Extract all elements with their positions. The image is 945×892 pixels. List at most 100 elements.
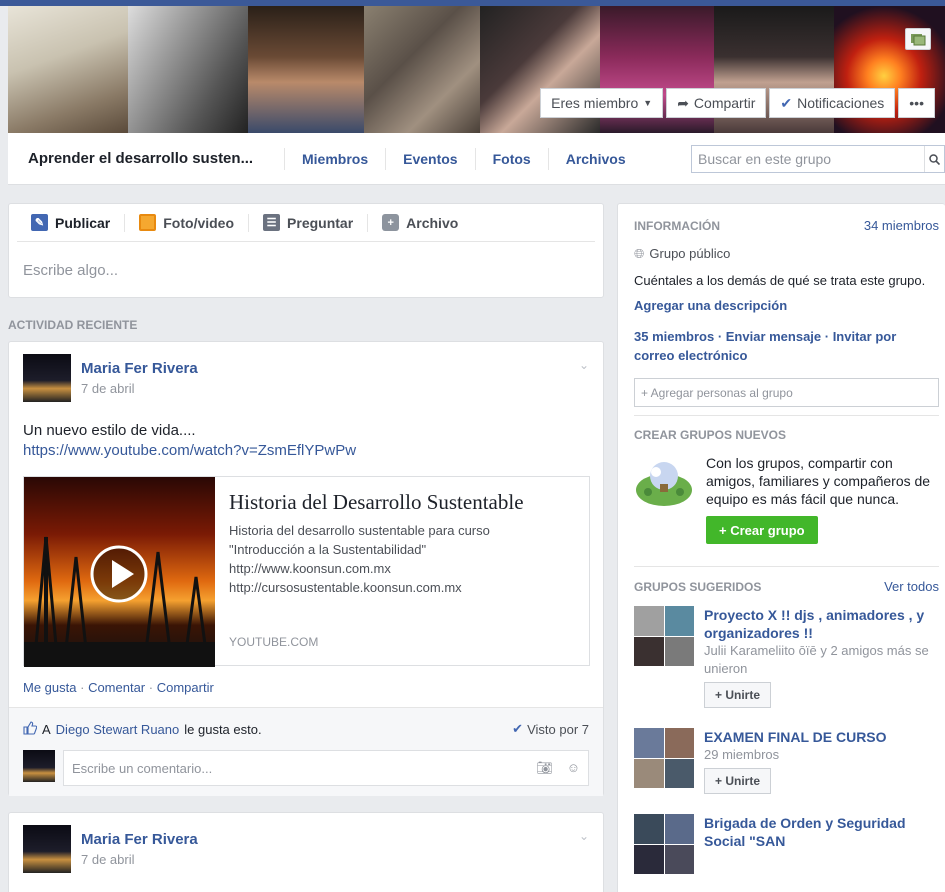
- post-author[interactable]: Maria Fer Rivera: [81, 360, 198, 377]
- chevron-down-icon[interactable]: ⌄: [579, 829, 589, 843]
- post-feedback: A Diego Stewart Ruano le gusta esto. ✔ Vi…: [9, 707, 603, 796]
- share-link[interactable]: Compartir: [157, 680, 214, 695]
- comment-input[interactable]: Escribe un comentario... 📷︎ ☺: [63, 750, 589, 786]
- info-section: INFORMACIÓN 34 miembros 🌐︎ Grupo público…: [618, 204, 945, 407]
- post-author[interactable]: Maria Fer Rivera: [81, 831, 198, 848]
- like-prefix: A: [42, 722, 51, 737]
- see-all-link[interactable]: Ver todos: [884, 579, 939, 594]
- nav-files[interactable]: Archivos: [547, 147, 643, 170]
- video-desc-line: "Introducción a la Sustentabilidad": [229, 542, 427, 557]
- create-group-button[interactable]: + Crear grupo: [706, 516, 818, 544]
- like-link[interactable]: Me gusta: [23, 680, 76, 695]
- nav-events[interactable]: Eventos: [385, 147, 474, 170]
- video-desc-line: http://cursosustentable.koonsun.com.mx: [229, 580, 462, 595]
- caret-down-icon: ▼: [643, 98, 653, 108]
- post: Maria Fer Rivera 7 de abril ⌄: [8, 812, 604, 892]
- join-button[interactable]: + Unirte: [704, 768, 772, 794]
- group-nav-bar: Aprender el desarrollo susten... Miembro…: [8, 133, 945, 185]
- post-date[interactable]: 7 de abril: [81, 852, 198, 867]
- comment-link[interactable]: Comentar: [88, 680, 145, 695]
- tab-publish-label: Publicar: [55, 214, 111, 231]
- privacy-label: Grupo público: [649, 246, 731, 261]
- post-header: Maria Fer Rivera 7 de abril: [23, 354, 198, 402]
- suggested-group: EXAMEN FINAL DE CURSO 29 miembros + Unir…: [634, 728, 939, 794]
- video-desc-line: http://www.koonsun.com.mx: [229, 561, 391, 576]
- members-actions[interactable]: 35 miembros · Enviar mensaje · Invitar p…: [634, 327, 939, 365]
- tab-ask-label: Preguntar: [287, 214, 354, 231]
- notifications-button[interactable]: ✔ Notificaciones: [769, 88, 896, 118]
- thumbs-up-icon: [23, 721, 38, 738]
- comment-row: Escribe un comentario... 📷︎ ☺: [23, 750, 589, 786]
- globe-icon: 🌐︎: [634, 246, 645, 261]
- composer-tabs: ✎ Publicar Foto/video ☰ Preguntar + Archivo: [17, 204, 595, 242]
- pencil-icon: ✎: [31, 214, 48, 231]
- suggested-groups-section: GRUPOS SUGERIDOS Ver todos Proyecto X !!…: [618, 567, 945, 874]
- tab-file[interactable]: + Archivo: [382, 214, 472, 232]
- video-domain: YOUTUBE.COM: [229, 635, 319, 649]
- post-text: Un nuevo estilo de vida....: [23, 422, 196, 439]
- post-composer: ✎ Publicar Foto/video ☰ Preguntar + Archivo…: [8, 203, 604, 298]
- camera-icon[interactable]: 📷︎: [536, 760, 553, 776]
- chevron-down-icon[interactable]: ⌄: [579, 358, 589, 372]
- suggested-group-name[interactable]: Proyecto X !! djs , animadores , y organ…: [704, 606, 939, 642]
- info-header: INFORMACIÓN 34 miembros: [634, 218, 939, 233]
- add-photo-icon[interactable]: [905, 28, 931, 50]
- emoji-icon[interactable]: ☺: [567, 760, 580, 776]
- group-search-input[interactable]: [692, 146, 924, 172]
- group-thumbnail[interactable]: [634, 606, 694, 666]
- suggested-group-name[interactable]: Brigada de Orden y Seguridad Social "SAN: [704, 814, 939, 850]
- separator: ·: [80, 680, 89, 695]
- like-user[interactable]: Diego Stewart Ruano: [56, 722, 180, 737]
- composer-input[interactable]: Escribe algo...: [9, 242, 603, 299]
- more-options-button[interactable]: •••: [898, 88, 935, 118]
- video-title[interactable]: Historia del Desarrollo Sustentable: [229, 489, 575, 515]
- avatar[interactable]: [23, 354, 71, 402]
- member-count[interactable]: 34 miembros: [864, 218, 939, 233]
- poll-icon: ☰: [263, 214, 281, 231]
- group-thumbnail[interactable]: [634, 728, 694, 788]
- suggested-group-name[interactable]: EXAMEN FINAL DE CURSO: [704, 728, 939, 746]
- tab-ask[interactable]: ☰ Preguntar: [263, 213, 369, 232]
- recent-activity-title: ACTIVIDAD RECIENTE: [8, 318, 138, 332]
- seen-by[interactable]: ✔ Visto por 7: [512, 721, 589, 737]
- cover-tile: [128, 6, 248, 133]
- post-header: Maria Fer Rivera 7 de abril: [23, 825, 198, 873]
- tab-photo-video-label: Foto/video: [163, 214, 235, 231]
- suggested-group: Brigada de Orden y Seguridad Social "SAN: [634, 814, 939, 874]
- tab-file-label: Archivo: [406, 214, 459, 231]
- member-status-label: Eres miembro: [551, 95, 639, 111]
- video-desc-line: Historia del desarrollo sustentable para…: [229, 523, 490, 538]
- privacy-row: 🌐︎ Grupo público: [634, 245, 939, 263]
- tab-photo-video[interactable]: Foto/video: [139, 213, 250, 232]
- post-date[interactable]: 7 de abril: [81, 381, 198, 396]
- suggested-group-meta: 29 miembros: [704, 747, 780, 762]
- groups-illustration-icon: [634, 454, 694, 510]
- member-status-button[interactable]: Eres miembro ▼: [540, 88, 664, 118]
- photo-icon: [139, 214, 157, 231]
- add-people-input[interactable]: + Agregar personas al grupo: [634, 378, 939, 407]
- video-description: Historia del desarrollo sustentable para…: [229, 521, 575, 597]
- video-info: Historia del Desarrollo Sustentable Hist…: [215, 477, 589, 665]
- create-groups-title: CREAR GRUPOS NUEVOS: [634, 428, 787, 442]
- suggested-group: Proyecto X !! djs , animadores , y organ…: [634, 606, 939, 708]
- avatar: [23, 750, 55, 782]
- suggested-group-meta: Julii Karameliito ōïē y 2 amigos más se …: [704, 643, 929, 676]
- avatar[interactable]: [23, 825, 71, 873]
- post-link[interactable]: https://www.youtube.com/watch?v=ZsmEflYP…: [23, 441, 356, 461]
- join-button[interactable]: + Unirte: [704, 682, 772, 708]
- nav-members[interactable]: Miembros: [284, 147, 385, 170]
- tab-publish[interactable]: ✎ Publicar: [31, 213, 126, 232]
- video-thumbnail[interactable]: [24, 477, 215, 667]
- group-thumbnail[interactable]: [634, 814, 694, 874]
- seen-by-label: Visto por 7: [527, 721, 589, 737]
- comment-placeholder: Escribe un comentario...: [72, 760, 213, 776]
- share-group-button[interactable]: ➦ Compartir: [666, 88, 767, 118]
- nav-photos[interactable]: Fotos: [474, 147, 548, 170]
- group-name[interactable]: Aprender el desarrollo susten...: [8, 150, 284, 167]
- shared-video-card[interactable]: Historia del Desarrollo Sustentable Hist…: [23, 476, 590, 667]
- add-description-link[interactable]: Agregar una descripción: [634, 296, 939, 315]
- check-icon: ✔: [512, 721, 524, 736]
- search-icon[interactable]: [924, 146, 944, 172]
- post-actions: Me gusta · Comentar · Compartir: [23, 680, 214, 695]
- cover-actions: Eres miembro ▼ ➦ Compartir ✔ Notificaciones…: [540, 88, 935, 118]
